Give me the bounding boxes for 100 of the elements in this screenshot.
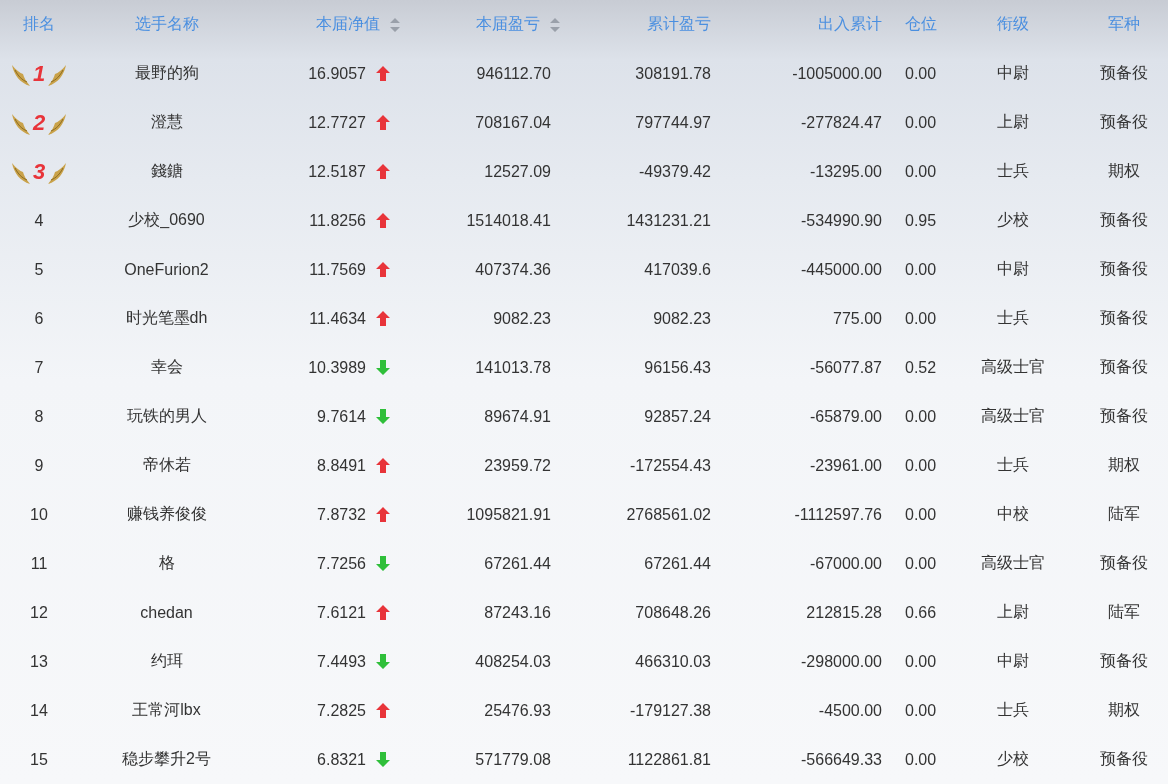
player-name: 约珥 xyxy=(150,651,183,671)
column-header[interactable]: 本届净值 xyxy=(316,14,380,35)
table-cell: 1095821.91 xyxy=(466,505,551,524)
table-cell: 25476.93 xyxy=(484,701,551,720)
table-cell: 67261.44 xyxy=(484,554,551,573)
table-cell: 8.8491 xyxy=(317,456,366,475)
table-cell: 0.52 xyxy=(905,358,937,377)
table-cell: 946112.70 xyxy=(476,64,551,83)
table-cell: -277824.47 xyxy=(801,113,882,132)
table-cell: 6.8321 xyxy=(317,750,366,769)
table-cell: 708648.26 xyxy=(635,603,711,622)
table-cell: -534990.90 xyxy=(801,211,882,230)
sort-icon[interactable] xyxy=(390,17,400,32)
table-cell: 407374.36 xyxy=(475,260,551,279)
table-cell-text: 高级士官 xyxy=(980,406,1045,426)
table-cell-text: 期权 xyxy=(1108,455,1140,475)
table-cell: 0.66 xyxy=(905,603,937,622)
table-cell-text: 预备役 xyxy=(1100,406,1148,426)
table-cell-text: 预备役 xyxy=(1100,112,1148,132)
table-cell: 0.95 xyxy=(905,211,937,230)
player-name: 稳步攀升2号 xyxy=(122,749,211,769)
column-header: 累计盈亏 xyxy=(647,14,711,34)
table-cell: 11.4634 xyxy=(309,309,366,328)
table-cell: 0.00 xyxy=(905,554,937,573)
rank-number: 11 xyxy=(30,554,48,573)
table-cell-text: 士兵 xyxy=(996,455,1029,475)
sort-icon[interactable] xyxy=(550,17,560,32)
table-cell: 308191.78 xyxy=(635,64,711,83)
table-cell: 797744.97 xyxy=(635,113,711,132)
player-name: 格 xyxy=(158,553,175,573)
table-cell: 11.8256 xyxy=(309,211,366,230)
table-cell-text: 上尉 xyxy=(996,112,1029,132)
column-header: 衔级 xyxy=(996,14,1029,34)
table-cell: 212815.28 xyxy=(806,603,882,622)
player-name: chedan xyxy=(140,603,193,622)
table-cell: 12527.09 xyxy=(484,162,551,181)
rank-number: 15 xyxy=(30,750,48,769)
player-name: 最野的狗 xyxy=(134,63,199,83)
table-cell: -172554.43 xyxy=(630,456,711,475)
player-name: 王常河lbx xyxy=(132,700,201,720)
player-name: 时光笔墨dh xyxy=(125,308,208,328)
table-cell: 23959.72 xyxy=(484,456,551,475)
player-name: 澄慧 xyxy=(150,112,183,132)
rank-number: 12 xyxy=(30,603,48,622)
table-cell: 89674.91 xyxy=(484,407,551,426)
table-cell: 708167.04 xyxy=(475,113,551,132)
table-cell: -179127.38 xyxy=(630,701,711,720)
rank-number: 14 xyxy=(30,701,48,720)
player-name: 玩铁的男人 xyxy=(126,406,207,426)
column-header: 选手名称 xyxy=(134,14,199,34)
table-cell: 0.00 xyxy=(905,162,937,181)
table-cell: 0.00 xyxy=(905,113,937,132)
table-cell-text: 期权 xyxy=(1108,700,1140,720)
table-cell-text: 预备役 xyxy=(1100,210,1148,230)
table-cell: 2768561.02 xyxy=(626,505,711,524)
table-cell: 7.7256 xyxy=(317,554,366,573)
column-header: 军种 xyxy=(1108,14,1140,34)
table-cell-text: 中尉 xyxy=(996,259,1029,279)
player-name: 赚钱养俊俊 xyxy=(126,504,207,524)
table-cell: 92857.24 xyxy=(644,407,711,426)
table-cell: 1431231.21 xyxy=(626,211,711,230)
table-cell: 0.00 xyxy=(905,407,937,426)
table-cell-text: 预备役 xyxy=(1100,553,1148,573)
table-cell: 9.7614 xyxy=(317,407,366,426)
table-cell: -65879.00 xyxy=(809,407,882,426)
table-cell-text: 陆军 xyxy=(1108,504,1140,524)
table-cell: 87243.16 xyxy=(484,603,551,622)
table-cell: 1514018.41 xyxy=(466,211,551,230)
column-header: 仓位 xyxy=(905,14,937,34)
table-cell: 9082.23 xyxy=(653,309,711,328)
table-cell-text: 士兵 xyxy=(996,161,1029,181)
column-header: 出入累计 xyxy=(818,14,882,34)
table-cell: -1112597.76 xyxy=(794,505,882,524)
table-cell: 417039.6 xyxy=(644,260,711,279)
table-cell: 16.9057 xyxy=(308,64,366,83)
table-cell: 0.00 xyxy=(905,260,937,279)
rank-number: 4 xyxy=(34,211,44,230)
table-cell: 0.00 xyxy=(905,701,937,720)
player-name: 幸会 xyxy=(150,357,183,377)
table-cell: 96156.43 xyxy=(644,358,711,377)
table-cell: -298000.00 xyxy=(801,652,882,671)
table-cell: 0.00 xyxy=(905,456,937,475)
table-cell: 11.7569 xyxy=(309,260,366,279)
rank-number: 13 xyxy=(30,652,48,671)
table-cell: 7.4493 xyxy=(317,652,366,671)
table-cell-text: 预备役 xyxy=(1100,308,1148,328)
table-cell: 12.5187 xyxy=(308,162,366,181)
table-cell-text: 中校 xyxy=(996,504,1029,524)
table-cell-text: 少校 xyxy=(996,210,1029,230)
rank-number: 8 xyxy=(34,407,44,426)
rank-number: 6 xyxy=(34,309,44,328)
table-cell: 12.7727 xyxy=(308,113,366,132)
table-cell: -566649.33 xyxy=(801,750,882,769)
table-cell: 7.6121 xyxy=(317,603,366,622)
table-cell-text: 期权 xyxy=(1108,161,1140,181)
table-cell: 0.00 xyxy=(905,505,937,524)
column-header[interactable]: 本届盈亏 xyxy=(476,14,540,35)
table-cell-text: 中尉 xyxy=(996,63,1029,83)
table-cell: -56077.87 xyxy=(809,358,882,377)
rank-number: 9 xyxy=(34,456,44,475)
